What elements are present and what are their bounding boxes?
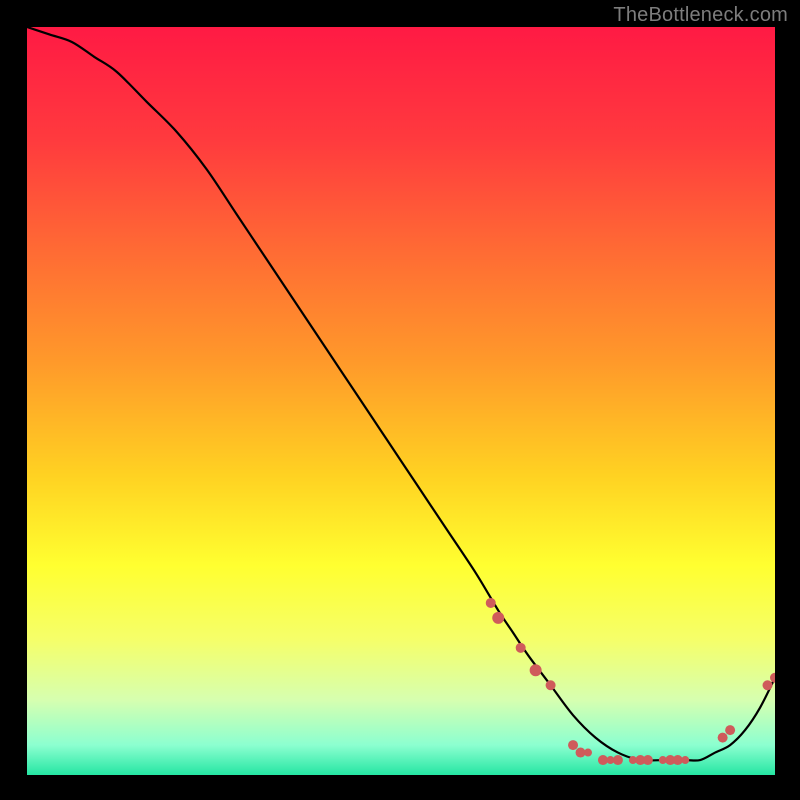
- data-point: [613, 755, 623, 765]
- data-point: [681, 756, 689, 764]
- watermark-label: TheBottleneck.com: [613, 4, 788, 27]
- chart-frame: TheBottleneck.com: [0, 0, 800, 800]
- data-point: [530, 664, 542, 676]
- data-point: [584, 749, 592, 757]
- chart-overlay: [27, 27, 775, 775]
- data-point: [486, 598, 496, 608]
- data-point: [643, 755, 653, 765]
- data-point: [770, 673, 775, 683]
- data-point: [718, 733, 728, 743]
- data-point: [568, 740, 578, 750]
- data-point: [492, 612, 504, 624]
- data-point: [725, 725, 735, 735]
- plot-area: [27, 27, 775, 775]
- bottleneck-curve: [27, 27, 775, 761]
- data-point: [763, 680, 773, 690]
- data-point: [546, 680, 556, 690]
- data-point: [516, 643, 526, 653]
- data-points: [486, 598, 775, 765]
